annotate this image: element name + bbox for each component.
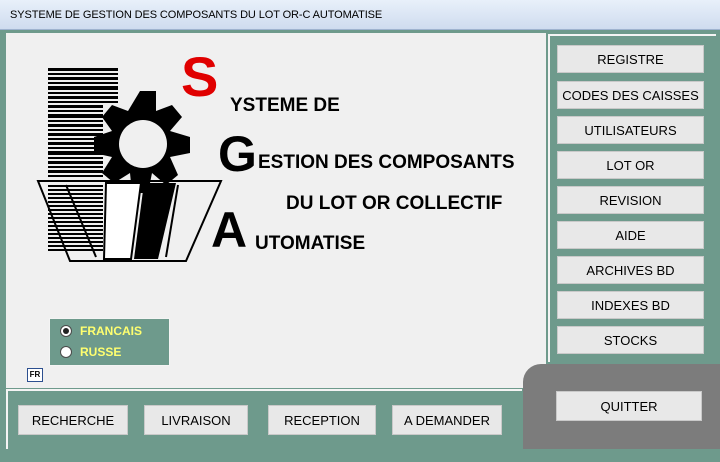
- logo-letter-g: G: [218, 126, 257, 182]
- quit-button[interactable]: QUITTER: [556, 391, 702, 421]
- recherche-button[interactable]: RECHERCHE: [18, 405, 128, 435]
- a-demander-button[interactable]: A DEMANDER: [392, 405, 502, 435]
- logo-line-2: ESTION DES COMPOSANTS: [258, 152, 515, 173]
- language-option-russe[interactable]: RUSSE: [60, 343, 121, 361]
- reception-button[interactable]: RECEPTION: [268, 405, 376, 435]
- aide-button[interactable]: AIDE: [557, 221, 704, 249]
- logo-letter-s: S: [181, 45, 219, 108]
- language-option-francais[interactable]: FRANCAIS: [60, 322, 142, 340]
- registre-button[interactable]: REGISTRE: [557, 45, 704, 73]
- sga-logo: [36, 68, 223, 262]
- logo-letter-a: A: [211, 202, 248, 258]
- quit-panel: QUITTER: [523, 364, 720, 451]
- logo-line-1: YSTEME DE: [230, 95, 340, 116]
- language-label: FRANCAIS: [80, 324, 142, 338]
- language-selector: FRANCAIS RUSSE: [49, 318, 170, 366]
- bottom-toolbar: RECHERCHE LIVRAISON RECEPTION A DEMANDER: [6, 389, 522, 449]
- indexes-bd-button[interactable]: INDEXES BD: [557, 291, 704, 319]
- revision-button[interactable]: REVISION: [557, 186, 704, 214]
- livraison-button[interactable]: LIVRAISON: [144, 405, 248, 435]
- gear-graphic: [94, 91, 190, 193]
- bottom-border: [0, 449, 720, 462]
- lot-or-button[interactable]: LOT OR: [557, 151, 704, 179]
- sidebar-panel: REGISTRE CODES DES CAISSES UTILISATEURS …: [548, 34, 716, 362]
- logo-line-4: UTOMATISE: [255, 233, 366, 254]
- window-title: SYSTEME DE GESTION DES COMPOSANTS DU LOT…: [10, 9, 383, 21]
- radio-button[interactable]: [60, 325, 72, 337]
- title-bar: SYSTEME DE GESTION DES COMPOSANTS DU LOT…: [0, 0, 720, 30]
- radio-button[interactable]: [60, 346, 72, 358]
- utilisateurs-button[interactable]: UTILISATEURS: [557, 116, 704, 144]
- language-label: RUSSE: [80, 345, 122, 359]
- language-indicator-icon: FR: [27, 368, 43, 382]
- logo-line-3: DU LOT OR COLLECTIF: [286, 193, 503, 214]
- stocks-button[interactable]: STOCKS: [557, 326, 704, 354]
- archives-bd-button[interactable]: ARCHIVES BD: [557, 256, 704, 284]
- codes-des-caisses-button[interactable]: CODES DES CAISSES: [557, 81, 704, 109]
